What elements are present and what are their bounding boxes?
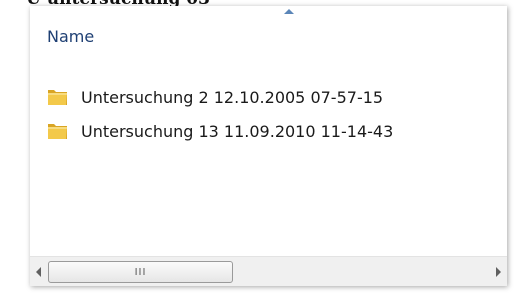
sort-ascending-icon (284, 9, 294, 14)
scroll-right-button[interactable] (489, 257, 507, 287)
scroll-left-button[interactable] (30, 257, 48, 287)
list-item-label: Untersuchung 2 12.10.2005 07-57-15 (81, 87, 384, 107)
scrollbar-grip: III (134, 267, 147, 278)
explorer-window: U untersuchung 03 Name Untersuchung 2 12… (0, 0, 523, 295)
column-header-bar[interactable]: Name (30, 6, 507, 56)
folder-icon (47, 87, 69, 107)
scrollbar-thumb[interactable]: III (48, 261, 233, 283)
column-header-name[interactable]: Name (47, 27, 94, 46)
list-item[interactable]: Untersuchung 13 11.09.2010 11-14-43 (30, 114, 507, 148)
chevron-right-icon (496, 267, 501, 277)
scrollbar-track[interactable]: III (48, 257, 489, 287)
chevron-left-icon (36, 267, 41, 277)
folder-icon (47, 121, 69, 141)
file-list-panel: Name Untersuchung 2 12.10.2005 07-57-15 (30, 6, 507, 286)
horizontal-scrollbar[interactable]: III (30, 256, 507, 286)
file-list: Untersuchung 2 12.10.2005 07-57-15 Unter… (30, 80, 507, 148)
list-item-label: Untersuchung 13 11.09.2010 11-14-43 (81, 121, 394, 141)
list-item[interactable]: Untersuchung 2 12.10.2005 07-57-15 (30, 80, 507, 114)
